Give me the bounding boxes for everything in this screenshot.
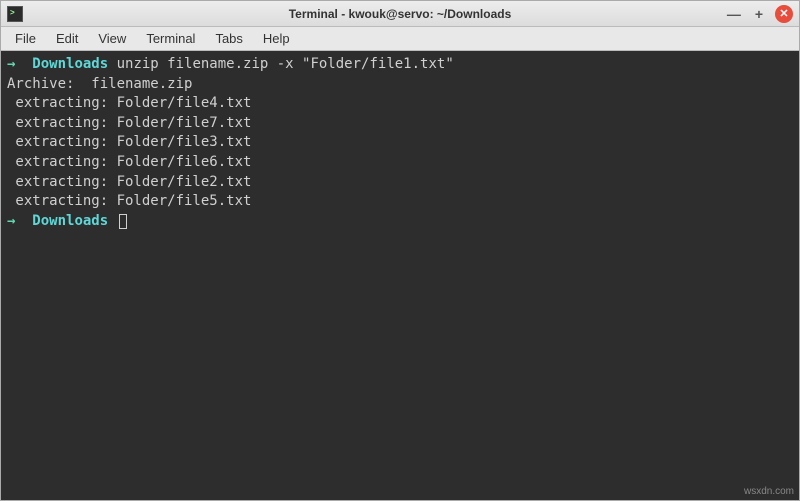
menu-terminal[interactable]: Terminal [136, 29, 205, 48]
watermark-text: wsxdn.com [744, 486, 794, 497]
terminal-app-icon [7, 6, 23, 22]
command-text: unzip filename.zip -x "Folder/file1.txt" [117, 56, 454, 72]
terminal-window: Terminal - kwouk@servo: ~/Downloads — + … [0, 0, 800, 501]
menu-tabs[interactable]: Tabs [205, 29, 252, 48]
menu-file[interactable]: File [5, 29, 46, 48]
menubar: File Edit View Terminal Tabs Help [1, 27, 799, 51]
titlebar[interactable]: Terminal - kwouk@servo: ~/Downloads — + … [1, 1, 799, 27]
close-button[interactable]: ✕ [775, 5, 793, 23]
prompt-arrow-icon: → [7, 56, 15, 72]
prompt-arrow-icon: → [7, 213, 15, 229]
minimize-button[interactable]: — [725, 6, 743, 22]
window-title: Terminal - kwouk@servo: ~/Downloads [289, 7, 512, 21]
prompt-cwd: Downloads [32, 213, 108, 229]
menu-help[interactable]: Help [253, 29, 300, 48]
window-controls: — + ✕ [725, 5, 793, 23]
output-line: extracting: Folder/file5.txt [7, 193, 319, 209]
output-line: extracting: Folder/file2.txt [7, 174, 319, 190]
output-line: Archive: filename.zip [7, 76, 192, 92]
output-line: extracting: Folder/file3.txt [7, 134, 319, 150]
menu-edit[interactable]: Edit [46, 29, 88, 48]
prompt-cwd: Downloads [32, 56, 108, 72]
output-line: extracting: Folder/file7.txt [7, 115, 319, 131]
menu-view[interactable]: View [88, 29, 136, 48]
cursor-icon [119, 214, 127, 229]
output-line: extracting: Folder/file6.txt [7, 154, 319, 170]
output-line: extracting: Folder/file4.txt [7, 95, 319, 111]
maximize-button[interactable]: + [753, 6, 765, 22]
terminal-output[interactable]: → Downloads unzip filename.zip -x "Folde… [1, 51, 799, 500]
